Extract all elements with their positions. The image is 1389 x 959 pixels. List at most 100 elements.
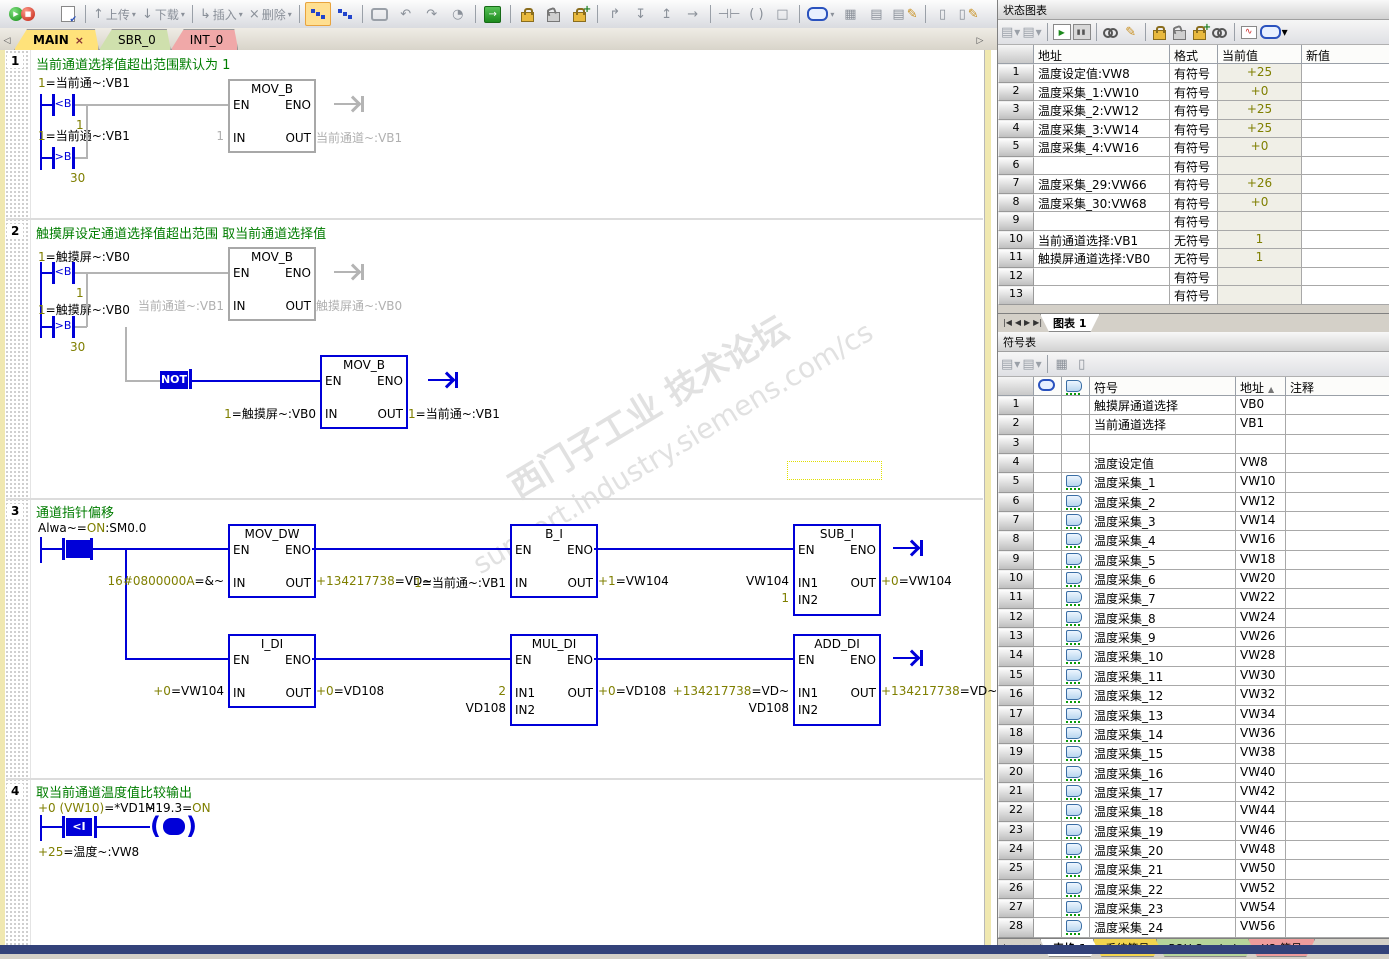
format-cell[interactable]: 有符号 <box>1170 156 1218 175</box>
nav-first-button[interactable]: |◀ <box>1003 318 1012 327</box>
row-number-cell[interactable]: 20 <box>998 763 1034 783</box>
comment-cell[interactable] <box>1286 918 1389 938</box>
column-header-format[interactable]: 格式 <box>1170 45 1218 64</box>
row-number-cell[interactable]: 24 <box>998 840 1034 861</box>
new-value-cell[interactable] <box>1302 82 1389 101</box>
row-number-cell[interactable]: 8 <box>998 193 1034 212</box>
bookmark-button[interactable]: ▯ <box>931 3 955 25</box>
read-all-button[interactable] <box>1102 22 1120 42</box>
column-header-current-value[interactable]: 当前值 <box>1218 45 1302 64</box>
unforce-button[interactable] <box>1171 22 1189 42</box>
symbol-cell[interactable]: 温度采集_3 <box>1090 512 1236 532</box>
branch-out-button[interactable]: ↥ <box>655 3 679 25</box>
mov-dw-box[interactable]: MOV_DW EN ENO IN OUT <box>228 524 316 598</box>
new-symbol-table-button[interactable]: ▤ ▾ <box>1001 354 1020 374</box>
comment-cell[interactable] <box>1286 724 1389 745</box>
run-mode-button[interactable]: → <box>481 3 505 25</box>
format-cell[interactable]: 有符号 <box>1170 212 1218 231</box>
force-button[interactable] <box>1151 22 1169 42</box>
current-value-cell[interactable] <box>1218 156 1302 175</box>
symbol-cell[interactable]: 温度采集_4 <box>1090 531 1236 551</box>
box-out-operand[interactable]: +134217738=VD~ <box>881 684 997 698</box>
box-in2-operand[interactable]: VD108 <box>749 701 789 715</box>
row-number-cell[interactable]: 27 <box>998 898 1034 919</box>
address-cell[interactable]: VW30 <box>1236 666 1286 687</box>
address-cell[interactable]: VW32 <box>1236 686 1286 706</box>
sub-i-box[interactable]: SUB_I EN ENO IN1 OUT IN2 <box>793 524 881 616</box>
symbol-cell[interactable]: 温度采集_18 <box>1090 802 1236 822</box>
download-button[interactable]: ↓ 下载 ▾ <box>140 3 187 25</box>
format-cell[interactable]: 有符号 <box>1170 138 1218 157</box>
bookmark2-button[interactable]: ▯ ✎ <box>957 3 981 25</box>
symbol-cell[interactable]: 温度采集_21 <box>1090 860 1236 880</box>
comment-cell[interactable] <box>1286 686 1389 706</box>
symbol-cell[interactable]: 温度采集_12 <box>1090 686 1236 706</box>
current-value-cell[interactable] <box>1218 212 1302 231</box>
symbol-cell[interactable]: 温度采集_8 <box>1090 608 1236 629</box>
symbol-cell[interactable]: 温度采集_19 <box>1090 821 1236 841</box>
chart-address-tag-button[interactable]: ▾ <box>1259 22 1288 42</box>
address-cell[interactable]: VW46 <box>1236 821 1286 841</box>
new-value-cell[interactable] <box>1302 156 1389 175</box>
format-cell[interactable]: 有符号 <box>1170 101 1218 120</box>
box-out-operand[interactable]: +1=VW104 <box>598 574 669 588</box>
format-cell[interactable]: 有符号 <box>1170 193 1218 212</box>
row-number-cell[interactable]: 22 <box>998 802 1034 822</box>
address-cell[interactable]: VW12 <box>1236 492 1286 513</box>
address-cell[interactable]: VW36 <box>1236 724 1286 745</box>
comment-cell[interactable] <box>1286 415 1389 435</box>
fbd-view-button[interactable] <box>333 3 357 25</box>
comment-cell[interactable] <box>1286 550 1389 571</box>
chart-pause-button[interactable]: ▮▮ <box>1072 22 1091 42</box>
new-value-cell[interactable] <box>1302 230 1389 249</box>
row-number-cell[interactable]: 3 <box>998 434 1034 455</box>
row-number-cell[interactable]: 26 <box>998 879 1034 899</box>
nav-prev-button[interactable]: ◀ <box>1015 318 1021 327</box>
ladder-editor[interactable]: 西门子工业 技术论坛 support.industry.siemens.com/… <box>0 50 997 945</box>
nav-last-button[interactable]: ▶| <box>1033 318 1042 327</box>
address-cell[interactable] <box>1236 434 1286 455</box>
lock-button[interactable] <box>516 3 540 25</box>
ladder-view-button[interactable] <box>304 2 331 26</box>
mov-b-box[interactable]: MOV_B EN ENO IN OUT <box>228 247 316 321</box>
comment-cell[interactable] <box>1286 860 1389 880</box>
row-number-cell[interactable]: 16 <box>998 686 1034 706</box>
address-cell[interactable]: 温度采集_2:VW12 <box>1034 101 1170 120</box>
address-cell[interactable]: VW14 <box>1236 512 1286 532</box>
tab-scroll-right-button[interactable]: ▷ <box>973 32 987 50</box>
not-contact[interactable]: NOT <box>160 371 188 389</box>
compare-op[interactable]: >B <box>53 319 73 332</box>
address-cell[interactable]: 温度采集_30:VW68 <box>1034 193 1170 212</box>
address-cell[interactable]: VW48 <box>1236 840 1286 861</box>
apply-symbols-button[interactable]: ▯ <box>1073 354 1091 374</box>
row-number-cell[interactable]: 6 <box>998 156 1034 175</box>
comment-cell[interactable] <box>1286 512 1389 532</box>
address-cell[interactable]: VW56 <box>1236 918 1286 938</box>
row-number-cell[interactable]: 12 <box>998 267 1034 286</box>
symbol-cell[interactable]: 温度采集_5 <box>1090 550 1236 571</box>
row-number-cell[interactable]: 21 <box>998 782 1034 803</box>
box-in1-operand[interactable]: +134217738=VD~ <box>673 684 789 698</box>
row-number-cell[interactable]: 17 <box>998 705 1034 725</box>
format-cell[interactable]: 有符号 <box>1170 175 1218 194</box>
row-number-cell[interactable]: 5 <box>998 138 1034 157</box>
compile-button[interactable] <box>56 3 80 25</box>
address-cell[interactable]: 温度采集_29:VW66 <box>1034 175 1170 194</box>
row-number-cell[interactable]: 2 <box>998 415 1034 435</box>
box-instruction-button[interactable]: □ <box>770 3 794 25</box>
new-value-cell[interactable] <box>1302 138 1389 157</box>
box-in1-operand[interactable]: 2 <box>498 684 506 698</box>
network-2-number[interactable]: 2 <box>7 224 24 238</box>
insert-button[interactable]: ↳ 插入 ▾ <box>198 3 245 25</box>
current-value-cell[interactable]: +25 <box>1218 101 1302 120</box>
row-number-cell[interactable]: 10 <box>998 570 1034 590</box>
tab-int0[interactable]: INT_0 <box>171 29 238 50</box>
network-3-title[interactable]: 通道指针偏移 <box>36 502 114 521</box>
address-cell[interactable]: VW54 <box>1236 898 1286 919</box>
address-cell[interactable]: 温度采集_1:VW10 <box>1034 82 1170 101</box>
row-number-cell[interactable]: 8 <box>998 531 1034 551</box>
grid-button[interactable]: ▦ <box>838 3 862 25</box>
format-cell[interactable]: 有符号 <box>1170 286 1218 305</box>
nav-next-button[interactable]: ▶ <box>1024 318 1030 327</box>
address-cell[interactable]: VW24 <box>1236 608 1286 629</box>
